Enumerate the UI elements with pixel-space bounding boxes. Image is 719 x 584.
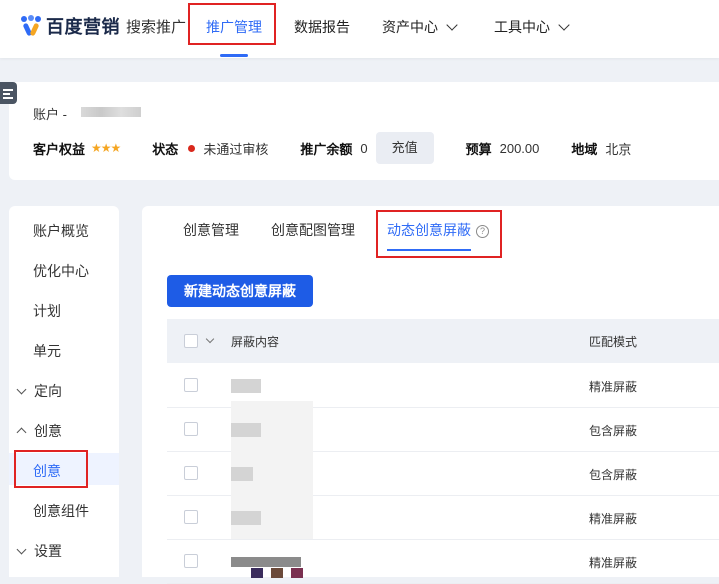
block-content-redacted bbox=[231, 511, 261, 525]
status-value: 未通过审核 bbox=[203, 141, 269, 157]
table-row: 精准屏蔽 bbox=[167, 489, 719, 540]
chevron-down-icon bbox=[16, 384, 27, 394]
sidebar-item-label: 账户概览 bbox=[33, 223, 89, 239]
rights-label: 客户权益 bbox=[33, 141, 86, 157]
brand-logo[interactable]: 百度营销 搜索推广 bbox=[20, 13, 186, 39]
baidu-logo-icon bbox=[20, 15, 42, 37]
sidebar-item-label: 单元 bbox=[33, 343, 61, 359]
nav-active-indicator bbox=[220, 54, 248, 57]
rating-stars: ★★★ bbox=[91, 141, 121, 155]
match-mode: 精准屏蔽 bbox=[589, 556, 638, 570]
balance-value: 0 bbox=[360, 140, 368, 156]
sidebar-item-optimization-center[interactable]: 优化中心 bbox=[33, 261, 89, 281]
tab-label: 创意配图管理 bbox=[271, 222, 355, 238]
budget-label: 预算 bbox=[465, 141, 492, 157]
tab-creative-images[interactable]: 创意配图管理 bbox=[271, 220, 355, 240]
budget-value[interactable]: 200.00 bbox=[500, 141, 540, 156]
nav-label: 资产中心 bbox=[382, 19, 438, 35]
nav-tool-center[interactable]: 工具中心 bbox=[494, 17, 570, 37]
sidebar-item-label: 创意组件 bbox=[33, 503, 89, 519]
status-label: 状态 bbox=[152, 141, 179, 157]
region-label: 地域 bbox=[571, 141, 598, 157]
row-checkbox[interactable] bbox=[184, 554, 198, 568]
chevron-down-icon[interactable] bbox=[205, 334, 215, 344]
sidebar-item-label: 计划 bbox=[33, 303, 61, 319]
sidebar-item-unit[interactable]: 单元 bbox=[33, 341, 61, 361]
block-content-redacted bbox=[231, 467, 253, 481]
recharge-button[interactable]: 充值 bbox=[375, 132, 434, 164]
tab-label: 创意管理 bbox=[183, 222, 239, 238]
nav-highlight-box bbox=[188, 3, 276, 45]
nav-label: 工具中心 bbox=[494, 19, 550, 35]
row-checkbox[interactable] bbox=[184, 466, 198, 480]
row-checkbox[interactable] bbox=[184, 510, 198, 524]
sidebar-group-creative[interactable]: 创意 bbox=[15, 421, 62, 441]
chevron-down-icon bbox=[16, 544, 27, 554]
account-name-redacted bbox=[81, 107, 141, 117]
brand-subtitle: 搜索推广 bbox=[126, 18, 187, 36]
nav-data-report[interactable]: 数据报告 bbox=[294, 17, 350, 37]
main-panel: 创意管理 创意配图管理 动态创意屏蔽? 新建动态创意屏蔽 屏蔽内容 匹配模式 精… bbox=[142, 206, 719, 584]
tab-highlight-box bbox=[376, 210, 502, 258]
block-content-redacted bbox=[231, 423, 261, 437]
sidebar-item-creative-components[interactable]: 创意组件 bbox=[33, 501, 89, 521]
sidebar-item-account-overview[interactable]: 账户概览 bbox=[33, 221, 89, 241]
sidebar-item-label: 创意 bbox=[34, 423, 62, 439]
sidebar: 账户概览 优化中心 计划 单元 定向 创意 创意 创意组件 设置 bbox=[9, 206, 119, 577]
nav-asset-center[interactable]: 资产中心 bbox=[382, 17, 458, 37]
account-label: 账户 - bbox=[33, 107, 67, 122]
match-mode: 精准屏蔽 bbox=[589, 380, 638, 394]
sidebar-item-label: 优化中心 bbox=[33, 263, 89, 279]
block-content-redacted bbox=[231, 379, 261, 393]
chevron-up-icon bbox=[16, 427, 27, 438]
sidebar-highlight-box bbox=[14, 450, 88, 488]
balance-label: 推广余额 bbox=[300, 141, 353, 157]
brand-name: 百度营销 bbox=[46, 17, 120, 37]
match-mode: 包含屏蔽 bbox=[589, 468, 638, 482]
block-content-redacted bbox=[231, 557, 301, 567]
match-mode: 包含屏蔽 bbox=[589, 424, 638, 438]
match-mode: 精准屏蔽 bbox=[589, 512, 638, 526]
table-row: 精准屏蔽 bbox=[167, 539, 719, 584]
new-dynamic-blocking-button[interactable]: 新建动态创意屏蔽 bbox=[167, 275, 313, 307]
chevron-down-icon bbox=[446, 18, 458, 31]
row-checkbox[interactable] bbox=[184, 378, 198, 392]
sidebar-group-settings[interactable]: 设置 bbox=[15, 541, 62, 561]
status-dot-icon bbox=[188, 144, 196, 152]
sidebar-item-label: 设置 bbox=[34, 543, 62, 559]
sidebar-item-plan[interactable]: 计划 bbox=[33, 301, 61, 321]
chevron-down-icon bbox=[558, 18, 570, 31]
tab-creative-management[interactable]: 创意管理 bbox=[183, 220, 239, 240]
column-header-match-mode: 匹配模式 bbox=[589, 335, 638, 349]
top-navigation: 百度营销 搜索推广 推广管理 数据报告 资产中心 工具中心 bbox=[0, 0, 719, 58]
select-all-checkbox[interactable] bbox=[184, 334, 198, 348]
row-checkbox[interactable] bbox=[184, 422, 198, 436]
menu-icon[interactable] bbox=[0, 82, 17, 104]
account-info-card: 账户 - 客户权益 ★★★ 状态 未通过审核 推广余额 0 充值 预算 200.… bbox=[9, 82, 719, 180]
region-value[interactable]: 北京 bbox=[605, 139, 631, 158]
column-header-block-content: 屏蔽内容 bbox=[231, 335, 280, 349]
sidebar-group-targeting[interactable]: 定向 bbox=[15, 381, 62, 401]
sidebar-item-label: 定向 bbox=[34, 383, 62, 399]
nav-label: 数据报告 bbox=[294, 19, 350, 35]
account-info-row: 客户权益 ★★★ 状态 未通过审核 推广余额 0 充值 预算 200.00 地域… bbox=[33, 132, 631, 164]
table-header: 屏蔽内容 匹配模式 bbox=[167, 319, 719, 363]
